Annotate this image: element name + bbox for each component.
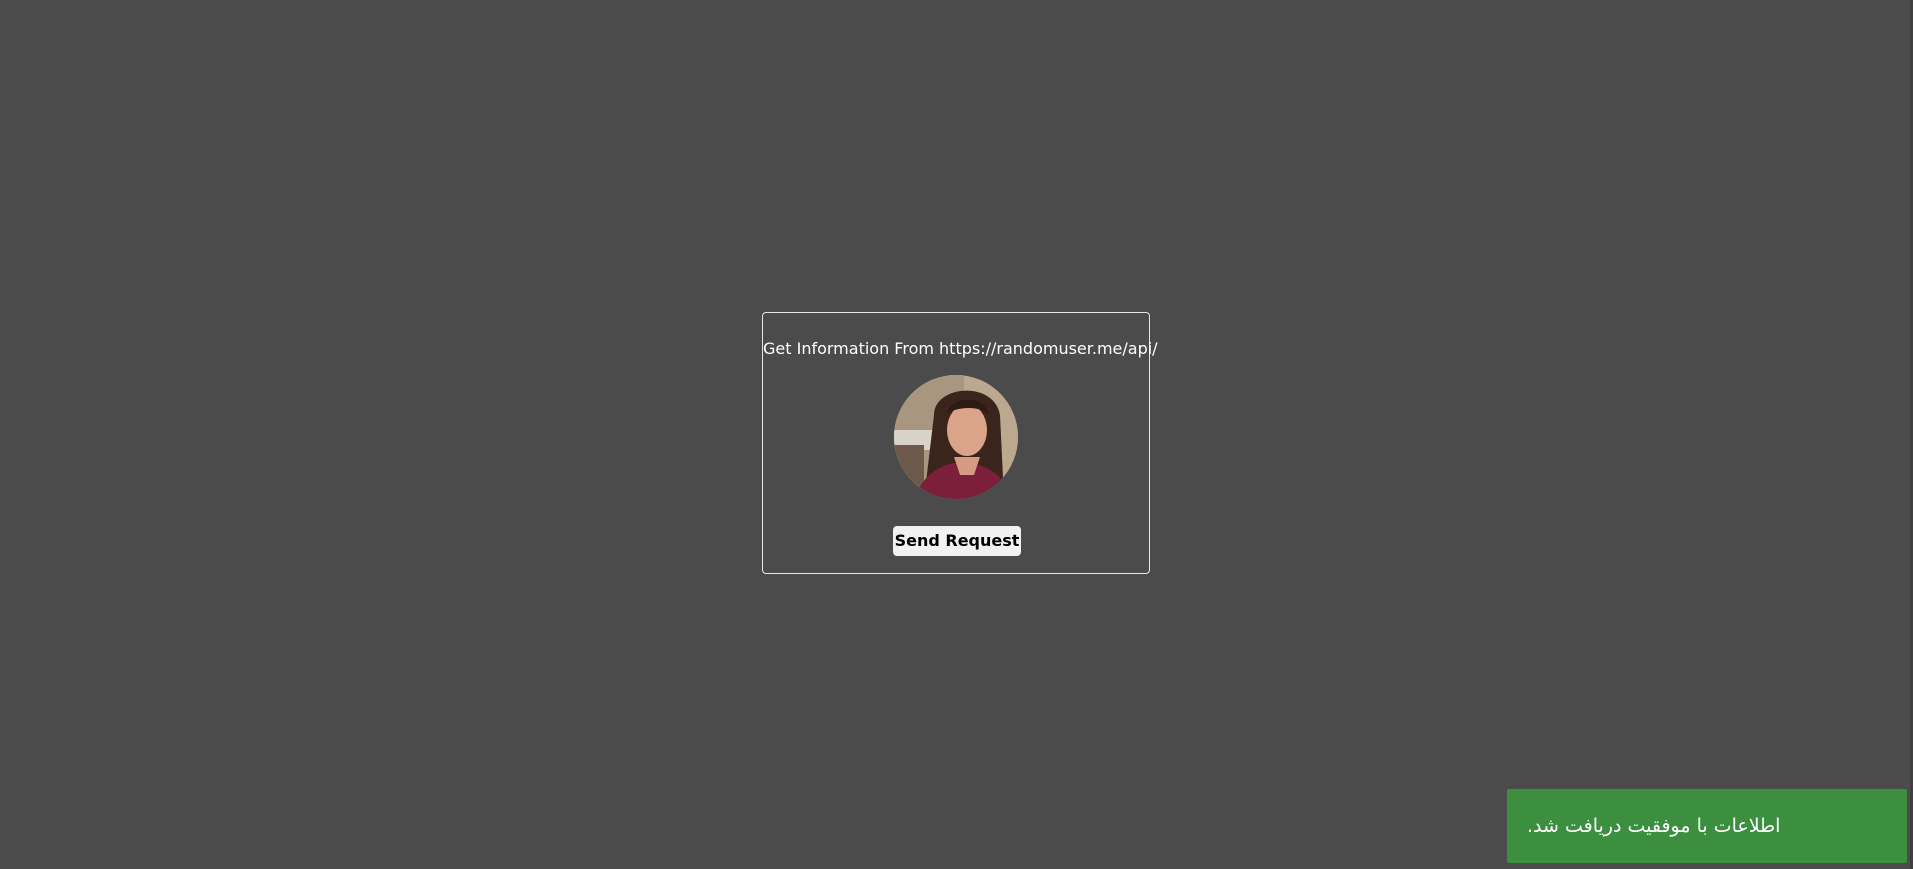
page: Get Information From https://randomuser.…: [0, 0, 1913, 869]
card-title: Get Information From https://randomuser.…: [763, 339, 1158, 358]
success-toast[interactable]: اطلاعات با موفقیت دریافت شد.: [1507, 789, 1907, 863]
user-avatar: [894, 375, 1018, 499]
send-request-button[interactable]: Send Request: [893, 526, 1021, 556]
request-card: Get Information From https://randomuser.…: [762, 312, 1158, 574]
avatar-photo: [894, 375, 1018, 499]
toast-message: اطلاعات با موفقیت دریافت شد.: [1527, 815, 1781, 837]
